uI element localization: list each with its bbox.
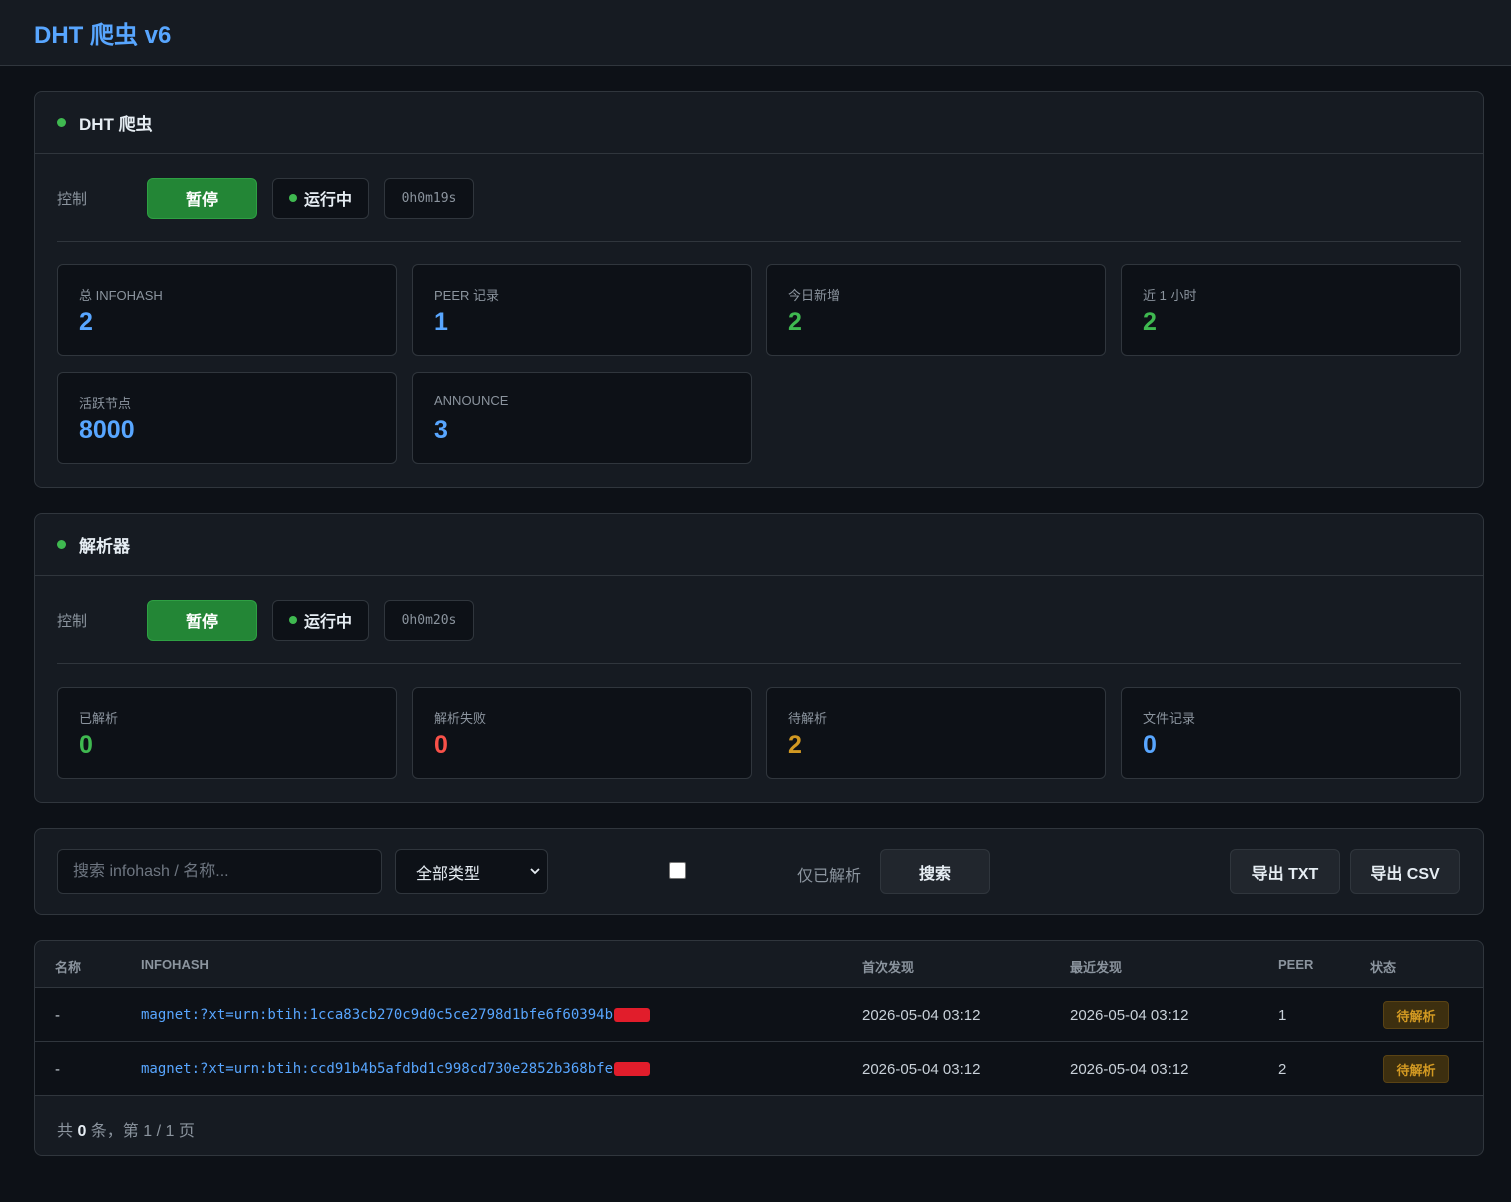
running-dot-icon [288, 194, 297, 202]
pagination-text: 共 0 条，第 1 / 1 页 [57, 1117, 195, 1141]
table-header: 名称 INFOHASH 首次发现 最近发现 PEER 状态 [35, 941, 1483, 988]
magnet-link[interactable]: magnet:?xt=urn:btih:1cca83cb270c9d0c5ce2… [141, 1007, 613, 1023]
stat-card-active-nodes: 活跃节点 8000 [57, 372, 397, 464]
stat-value: 0 [79, 731, 93, 759]
export-txt-button[interactable]: 导出 TXT [1230, 849, 1340, 894]
cell-infohash[interactable]: magnet:?xt=urn:btih:1cca83cb270c9d0c5ce2… [141, 1007, 651, 1023]
table-row[interactable]: - magnet:?xt=urn:btih:ccd91b4b5afdbd1c99… [35, 1042, 1483, 1096]
redaction-mark [614, 1062, 651, 1076]
stat-value: 2 [788, 731, 802, 759]
stat-value: 2 [79, 308, 93, 336]
stat-label: 文件记录 [1143, 711, 1196, 726]
column-header-infohash: INFOHASH [141, 957, 209, 972]
stat-label: 待解析 [788, 711, 828, 726]
crawler-title: DHT 爬虫 [79, 115, 153, 134]
stat-card-today-new: 今日新增 2 [766, 264, 1106, 356]
parser-panel: 解析器 控制 暂停 运行中 0h0m20s 已解析 0 解析失败 0 待解析 2… [34, 513, 1484, 803]
cell-infohash[interactable]: magnet:?xt=urn:btih:ccd91b4b5afdbd1c998c… [141, 1061, 651, 1077]
stat-label: 解析失败 [434, 711, 487, 726]
table-row[interactable]: - magnet:?xt=urn:btih:1cca83cb270c9d0c5c… [35, 988, 1483, 1042]
stat-card-pending: 待解析 2 [766, 687, 1106, 779]
stat-label: PEER 记录 [434, 288, 500, 303]
stat-value: 0 [434, 731, 448, 759]
crawler-pause-button[interactable]: 暂停 [147, 177, 257, 219]
cell-name: - [55, 1007, 60, 1024]
stat-label: 近 1 小时 [1143, 288, 1197, 303]
cell-peer: 2 [1278, 1061, 1287, 1078]
column-header-status: 状态 [1370, 960, 1397, 975]
pagination-footer: 共 0 条，第 1 / 1 页 [35, 1096, 1483, 1155]
only-parsed-label: 仅已解析 [797, 868, 862, 885]
column-header-name: 名称 [55, 960, 82, 975]
pagination-prefix: 共 [57, 1123, 78, 1140]
stat-card-total-infohash: 总 INFOHASH 2 [57, 264, 397, 356]
type-select-value: 全部类型 [416, 865, 481, 883]
app-title: DHT 爬虫 v6 [34, 22, 172, 49]
search-button[interactable]: 搜索 [880, 849, 990, 894]
column-header-peer: PEER [1278, 957, 1314, 972]
crawler-status-text: 运行中 [303, 192, 352, 209]
crawler-control-row: 控制 暂停 运行中 0h0m19s [57, 177, 1461, 219]
control-label: 控制 [57, 612, 88, 630]
crawler-status-badge: 运行中 [272, 177, 369, 219]
divider [57, 663, 1461, 664]
stat-value: 1 [434, 308, 448, 336]
control-label: 控制 [57, 190, 88, 208]
chevron-down-icon [530, 868, 540, 875]
stat-label: 活跃节点 [79, 396, 132, 411]
cell-last-seen: 2026-05-04 03:12 [1070, 1007, 1189, 1024]
stat-value: 3 [434, 416, 448, 444]
stat-card-announce: ANNOUNCE 3 [412, 372, 752, 464]
stat-label: 已解析 [79, 711, 119, 726]
parser-header: 解析器 [35, 514, 1483, 576]
pagination-suffix: 条，第 1 / 1 页 [86, 1123, 195, 1140]
parser-pause-button[interactable]: 暂停 [147, 599, 257, 641]
crawler-uptime: 0h0m19s [384, 177, 474, 219]
parser-status-badge: 运行中 [272, 599, 369, 641]
stat-value: 0 [1143, 731, 1157, 759]
search-input[interactable] [57, 849, 382, 894]
filter-bar: 全部类型 仅已解析 搜索 导出 TXT 导出 CSV [34, 828, 1484, 915]
only-parsed-checkbox[interactable] [669, 862, 686, 879]
column-header-last-seen: 最近发现 [1070, 960, 1123, 975]
crawler-header: DHT 爬虫 [35, 92, 1483, 154]
stat-value: 2 [1143, 308, 1157, 336]
stat-card-parse-failed: 解析失败 0 [412, 687, 752, 779]
stat-card-parsed: 已解析 0 [57, 687, 397, 779]
running-dot-icon [288, 616, 297, 624]
stat-value: 2 [788, 308, 802, 336]
stat-label: 总 INFOHASH [79, 288, 163, 303]
top-bar: DHT 爬虫 v6 [0, 0, 1511, 66]
stat-card-last-hour: 近 1 小时 2 [1121, 264, 1461, 356]
cell-name: - [55, 1061, 60, 1078]
export-csv-button[interactable]: 导出 CSV [1350, 849, 1460, 894]
type-select[interactable]: 全部类型 [395, 849, 548, 894]
results-table: 名称 INFOHASH 首次发现 最近发现 PEER 状态 - magnet:?… [34, 940, 1484, 1156]
parser-uptime: 0h0m20s [384, 599, 474, 641]
cell-first-seen: 2026-05-04 03:12 [862, 1007, 981, 1024]
cell-first-seen: 2026-05-04 03:12 [862, 1061, 981, 1078]
status-badge: 待解析 [1383, 1001, 1449, 1029]
parser-control-row: 控制 暂停 运行中 0h0m20s [57, 599, 1461, 641]
stat-label: ANNOUNCE [434, 393, 509, 408]
column-header-first-seen: 首次发现 [862, 960, 915, 975]
cell-peer: 1 [1278, 1007, 1287, 1024]
stat-value: 8000 [79, 416, 135, 444]
status-dot-icon [57, 118, 66, 127]
stat-card-file-records: 文件记录 0 [1121, 687, 1461, 779]
stat-card-peer-records: PEER 记录 1 [412, 264, 752, 356]
stat-label: 今日新增 [788, 288, 841, 303]
divider [57, 241, 1461, 242]
magnet-link[interactable]: magnet:?xt=urn:btih:ccd91b4b5afdbd1c998c… [141, 1061, 613, 1077]
status-dot-icon [57, 540, 66, 549]
parser-title: 解析器 [79, 537, 130, 556]
parser-status-text: 运行中 [303, 614, 352, 631]
crawler-panel: DHT 爬虫 控制 暂停 运行中 0h0m19s 总 INFOHASH 2 PE… [34, 91, 1484, 488]
status-badge: 待解析 [1383, 1055, 1449, 1083]
redaction-mark [614, 1008, 651, 1022]
cell-last-seen: 2026-05-04 03:12 [1070, 1061, 1189, 1078]
